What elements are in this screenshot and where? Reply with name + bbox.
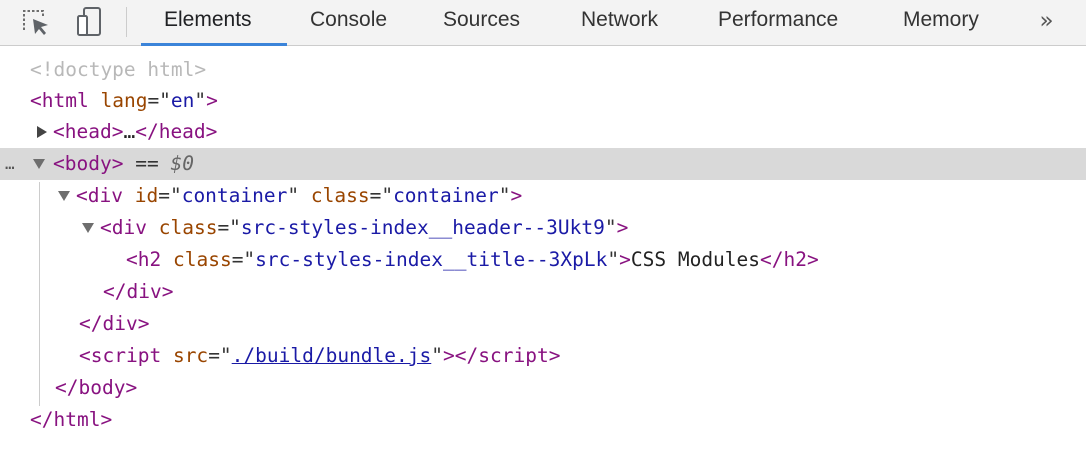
expand-triangle-icon[interactable] [37, 126, 47, 138]
tree-line-script[interactable]: <script src="./build/bundle.js"></script… [0, 340, 1086, 372]
tag-name: h2 [137, 248, 162, 271]
tag-name: html [41, 89, 89, 112]
tab-memory[interactable]: Memory [880, 0, 1020, 45]
tree-line-container-div-close[interactable]: </div> [0, 308, 1086, 340]
attr-value: en [170, 89, 195, 112]
tree-line-h2[interactable]: <h2 class="src-styles-index__title--3XpL… [0, 244, 1086, 276]
tree-line-container-div[interactable]: <div id="container" class="container"> [0, 180, 1086, 212]
collapsed-ellipsis[interactable]: … [123, 120, 135, 143]
attr-value: container [181, 184, 288, 207]
tree-line-head[interactable]: <head>…</head> [0, 116, 1086, 148]
tab-performance[interactable]: Performance [695, 0, 880, 45]
script-src-link[interactable]: ./build/bundle.js [232, 344, 432, 367]
console-ref: $0 [170, 152, 194, 175]
tree-line-html-open[interactable]: <html lang="en"> [0, 85, 1086, 117]
script-node: <script src="./build/bundle.js"></script… [79, 344, 561, 367]
dom-tree: <!doctype html> <html lang="en"> <head>…… [0, 46, 1086, 456]
html-close-tag: </html> [30, 408, 113, 431]
attr-value: src-styles-index__header--3Ukt9 [240, 216, 605, 239]
tab-network[interactable]: Network [558, 0, 695, 45]
inspect-element-icon[interactable] [20, 6, 52, 38]
container-div-close-tag: </div> [79, 312, 150, 335]
header-div-close-tag: </div> [103, 280, 174, 303]
tree-line-body-selected[interactable]: … <body> == $0 [0, 148, 1086, 180]
attr-name: id [134, 184, 159, 207]
body-close-tag: </body> [55, 376, 138, 399]
devtools-toolbar: Elements Console Sources Network Perform… [0, 0, 1086, 46]
tag-name: script [90, 344, 162, 367]
more-tabs-icon[interactable]: » [1030, 2, 1060, 40]
tag-name: html [53, 408, 101, 431]
tag-name: body [78, 376, 126, 399]
header-div-open-tag: <div class="src-styles-index__header--3U… [100, 216, 629, 239]
tab-sources[interactable]: Sources [420, 0, 558, 45]
attr-value: container [393, 184, 499, 207]
attr-name: lang [100, 89, 148, 112]
attr-name: class [172, 248, 232, 271]
doctype-node: <!doctype html> [30, 58, 207, 81]
tag-name: script [478, 344, 549, 367]
more-actions-dots[interactable]: … [5, 148, 15, 180]
html-open-tag: <html lang="en"> [30, 89, 218, 112]
body-open-tag: <body> == $0 [53, 152, 194, 175]
attr-value: src-styles-index__title--3XpLk [255, 248, 608, 271]
tag-name: div [126, 280, 162, 303]
container-div-open-tag: <div id="container" class="container"> [76, 184, 523, 207]
console-ref-eq: == [135, 152, 159, 175]
collapse-triangle-icon[interactable] [33, 159, 45, 169]
attr-name: class [158, 216, 218, 239]
tag-name: body [64, 152, 112, 175]
tree-line-header-div[interactable]: <div class="src-styles-index__header--3U… [0, 212, 1086, 244]
tag-name: head [64, 120, 112, 143]
tag-name: div [102, 312, 138, 335]
collapse-triangle-icon[interactable] [82, 223, 94, 233]
attr-name: class [310, 184, 370, 207]
tree-line-doctype[interactable]: <!doctype html> [0, 54, 1086, 86]
tag-name: head [158, 120, 206, 143]
toolbar-divider [126, 7, 127, 37]
device-toolbar-icon[interactable] [73, 6, 105, 38]
tag-name: h2 [783, 248, 807, 271]
tab-elements[interactable]: Elements [141, 0, 287, 46]
attr-name: src [172, 344, 209, 367]
h2-node: <h2 class="src-styles-index__title--3XpL… [126, 248, 819, 271]
head-node: <head>…</head> [53, 120, 218, 143]
collapse-triangle-icon[interactable] [58, 191, 70, 201]
tag-name: div [87, 184, 123, 207]
tree-line-html-close[interactable]: </html> [0, 404, 1086, 436]
tree-line-body-close[interactable]: </body> [0, 372, 1086, 404]
tree-line-header-div-close[interactable]: </div> [0, 276, 1086, 308]
h2-text-content[interactable]: CSS Modules [631, 248, 760, 271]
tag-name: div [111, 216, 147, 239]
tab-console[interactable]: Console [287, 0, 420, 45]
